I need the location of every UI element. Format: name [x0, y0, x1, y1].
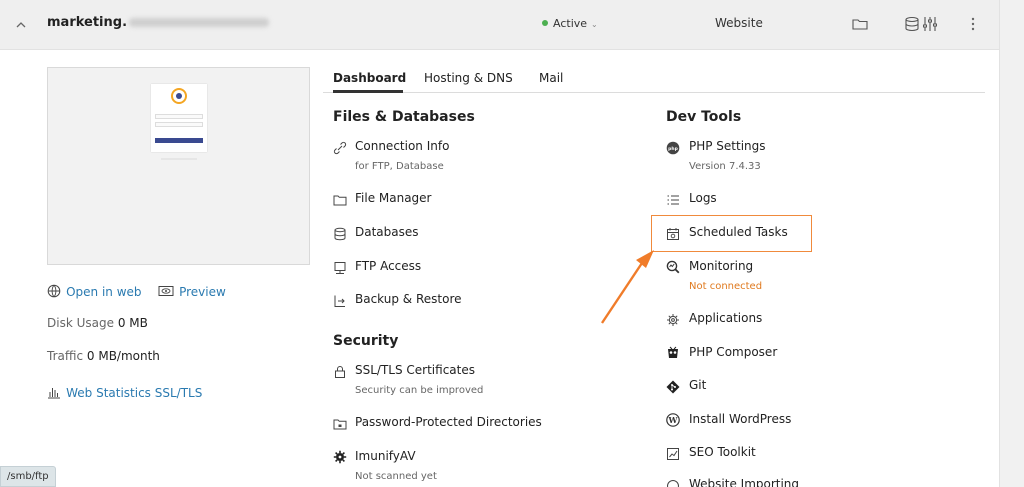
backup-icon	[334, 295, 345, 307]
scheduled-tasks-link[interactable]: Scheduled Tasks	[689, 225, 788, 239]
sliders-icon[interactable]	[921, 15, 939, 33]
status-dot-icon	[542, 20, 548, 26]
list-icon	[667, 195, 679, 205]
domain-name[interactable]: marketing.	[47, 15, 270, 30]
monitoring-status: Not connected	[689, 281, 763, 292]
link-icon	[333, 141, 347, 155]
connection-info-subtitle: for FTP, Database	[355, 161, 444, 172]
svg-text:W: W	[668, 415, 679, 425]
php-version: Version 7.4.33	[689, 161, 761, 172]
imunify-gear-icon	[333, 450, 347, 464]
monitoring-icon	[666, 260, 680, 274]
traffic: Traffic 0 MB/month	[47, 349, 160, 363]
redacted-domain	[129, 18, 270, 27]
globe-icon	[47, 284, 61, 298]
dev-tools-heading: Dev Tools	[666, 109, 742, 125]
web-statistics-link[interactable]: Web Statistics SSL/TLS	[47, 382, 202, 401]
subscription-type: Website	[715, 16, 763, 30]
tab-mail[interactable]: Mail	[539, 71, 563, 85]
chevron-down-icon: ⌄	[591, 20, 598, 29]
gear-icon	[667, 314, 679, 326]
domain-header[interactable]: marketing. Active ⌄ Website	[0, 0, 999, 50]
preview-page	[151, 84, 207, 160]
right-scroll-area	[999, 0, 1024, 487]
active-tab-indicator	[333, 90, 403, 93]
tab-dashboard[interactable]: Dashboard	[333, 71, 406, 85]
file-manager-link[interactable]: File Manager	[355, 191, 432, 205]
chevron-up-icon[interactable]	[14, 18, 28, 32]
tabs-divider	[323, 92, 985, 93]
database-icon	[334, 227, 346, 241]
ssl-status-subtitle: Security can be improved	[355, 385, 484, 396]
more-vertical-icon[interactable]	[964, 15, 982, 33]
files-databases-heading: Files & Databases	[333, 109, 475, 125]
chart-icon	[667, 448, 679, 460]
connection-info-link[interactable]: Connection Info	[355, 139, 449, 153]
ssl-tls-certificates-link[interactable]: SSL/TLS Certificates	[355, 363, 475, 377]
site-logo-icon	[171, 88, 187, 104]
backup-restore-link[interactable]: Backup & Restore	[355, 292, 462, 306]
svg-text:php: php	[668, 146, 678, 152]
preview-link[interactable]: Preview	[158, 281, 226, 300]
status-bar-url: /smb/ftp	[0, 466, 56, 487]
database-icon[interactable]	[903, 15, 921, 33]
git-link[interactable]: Git	[689, 378, 706, 392]
imunifyav-link[interactable]: ImunifyAV	[355, 449, 416, 463]
disk-usage: Disk Usage 0 MB	[47, 316, 148, 330]
install-wordpress-link[interactable]: Install WordPress	[689, 412, 791, 426]
php-composer-link[interactable]: PHP Composer	[689, 345, 777, 359]
tab-hosting-dns[interactable]: Hosting & DNS	[424, 71, 513, 85]
status-dropdown[interactable]: Active ⌄	[542, 17, 598, 30]
import-icon	[667, 480, 679, 487]
annotation-arrow	[601, 250, 654, 324]
seo-toolkit-link[interactable]: SEO Toolkit	[689, 445, 756, 459]
folder-icon[interactable]	[851, 15, 869, 33]
folder-icon	[333, 195, 347, 206]
applications-link[interactable]: Applications	[689, 311, 762, 325]
certificate-icon	[335, 366, 345, 378]
subscription-panel: marketing. Active ⌄ Website Open in web …	[0, 0, 999, 487]
wordpress-icon: W	[666, 413, 680, 427]
composer-icon	[668, 346, 678, 358]
logs-link[interactable]: Logs	[689, 191, 717, 205]
open-in-web-link[interactable]: Open in web	[47, 281, 142, 300]
eye-icon	[158, 286, 174, 296]
website-preview-thumbnail[interactable]	[47, 67, 310, 265]
php-settings-link[interactable]: PHP Settings	[689, 139, 766, 153]
php-icon: php	[666, 141, 680, 155]
bar-chart-icon	[48, 388, 60, 399]
ftp-icon	[334, 262, 346, 274]
security-heading: Security	[333, 333, 399, 349]
locked-folder-icon	[333, 419, 347, 430]
website-importing-link[interactable]: Website Importing	[689, 477, 799, 487]
password-protected-directories-link[interactable]: Password-Protected Directories	[355, 415, 542, 429]
git-icon	[666, 380, 680, 394]
imunifyav-status: Not scanned yet	[355, 471, 437, 482]
databases-link[interactable]: Databases	[355, 225, 419, 239]
ftp-access-link[interactable]: FTP Access	[355, 259, 421, 273]
monitoring-link[interactable]: Monitoring	[689, 259, 753, 273]
calendar-icon	[667, 228, 679, 240]
